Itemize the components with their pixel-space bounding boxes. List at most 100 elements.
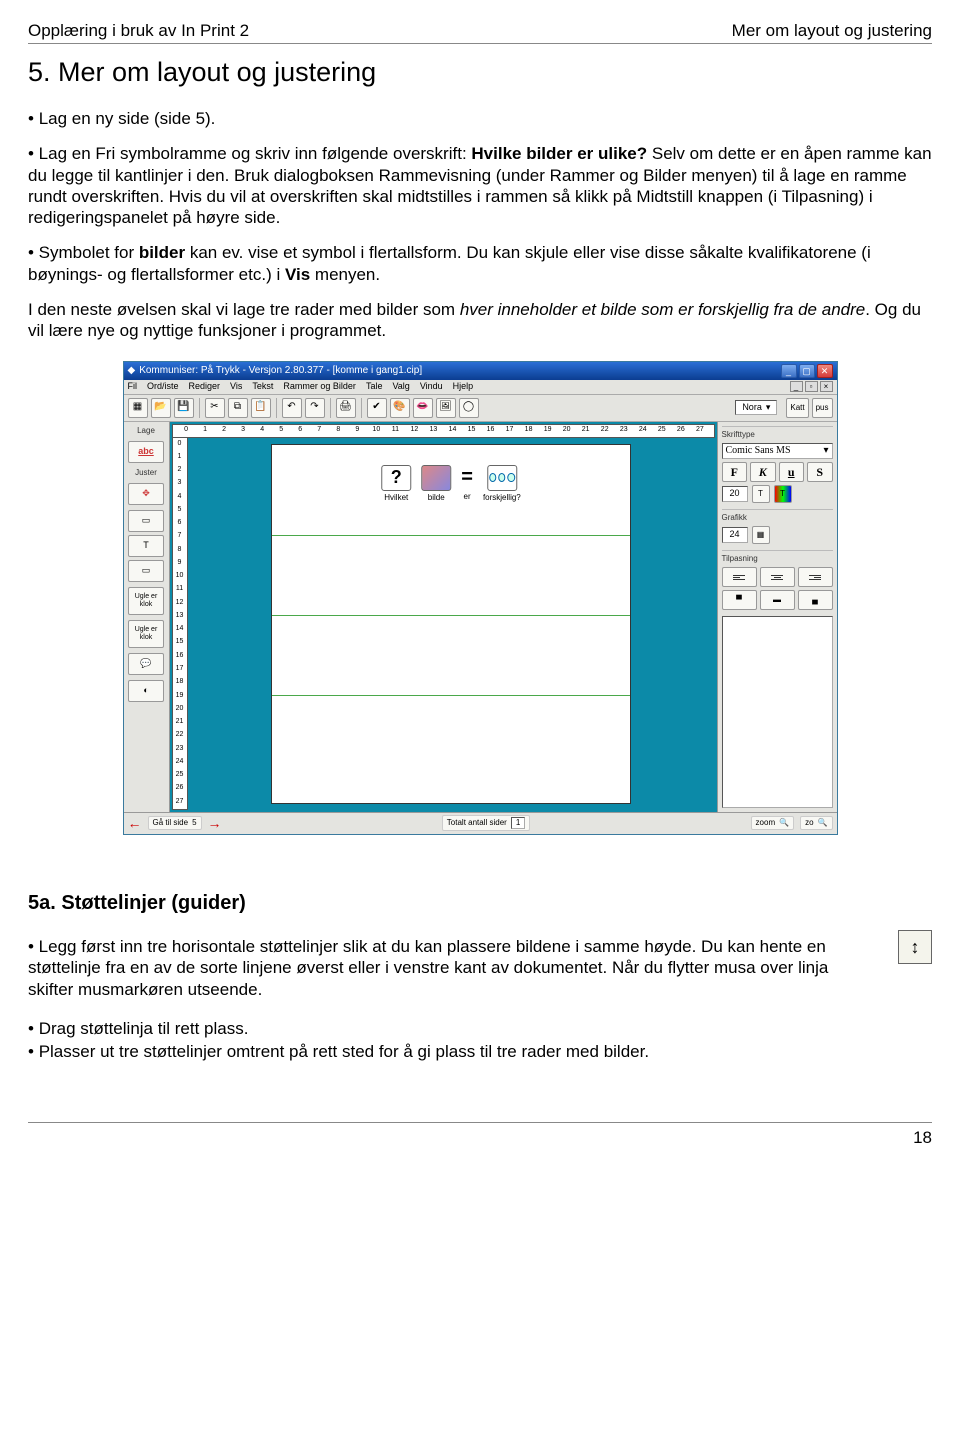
toolbar-new-icon[interactable]: ▦ xyxy=(128,398,148,418)
align-right-button[interactable] xyxy=(798,567,833,587)
menu-ordliste[interactable]: Ord/iste xyxy=(147,381,179,392)
doc-close-button[interactable]: × xyxy=(820,381,833,392)
section-title: 5. Mer om layout og justering xyxy=(28,56,932,90)
contrast-button[interactable]: ◐ xyxy=(128,680,164,702)
toolbar-insert-image-icon[interactable]: 🖼 xyxy=(436,398,456,418)
ruler-tick: 15 xyxy=(173,638,187,647)
ruler-tick: 27 xyxy=(173,798,187,807)
toolbar-pus-button[interactable]: pus xyxy=(812,398,833,418)
bullet-new-page: Lag en ny side (side 5). xyxy=(28,108,932,129)
shape-tool-button[interactable]: ▭ xyxy=(128,560,164,582)
next-page-arrow-icon[interactable]: → xyxy=(208,815,222,833)
toolbar-copy-icon[interactable]: ⧉ xyxy=(228,398,248,418)
search-box[interactable]: Nora ▾ xyxy=(735,400,777,415)
search-dropdown-icon[interactable]: ▾ xyxy=(766,402,771,413)
owl-example-2-button[interactable]: Ugle er klok xyxy=(128,620,164,648)
valign-top-button[interactable]: ▀ xyxy=(722,590,757,610)
symbol-title-row[interactable]: ? Hvilket bilde = er xyxy=(381,465,520,503)
bold-button[interactable]: F xyxy=(722,462,748,482)
para1-prefix: • Lag en Fri symbolramme og skriv inn fø… xyxy=(28,144,471,163)
goto-page-value: 5 xyxy=(192,818,196,828)
ruler-tick: 21 xyxy=(173,718,187,727)
guide-line[interactable] xyxy=(272,615,630,616)
italic-button[interactable]: K xyxy=(750,462,776,482)
text-color-icon[interactable]: T xyxy=(752,485,770,503)
horizontal-ruler[interactable]: 0123456789101112131415161718192021222324… xyxy=(172,424,715,438)
menu-rammer-bilder[interactable]: Rammer og Bilder xyxy=(283,381,356,392)
align-center-button[interactable] xyxy=(760,567,795,587)
sym-label-er: er xyxy=(464,492,471,502)
toolbar-cut-icon[interactable]: ✂ xyxy=(205,398,225,418)
para2-bold2: Vis xyxy=(285,265,310,284)
menu-tekst[interactable]: Tekst xyxy=(252,381,273,392)
page-footer: 18 xyxy=(28,1122,932,1148)
valign-middle-button[interactable]: ▬ xyxy=(760,590,795,610)
page[interactable]: ? Hvilket bilde = er xyxy=(271,444,631,804)
doc-restore-button[interactable]: ▫ xyxy=(805,381,818,392)
picture-icon xyxy=(421,465,451,491)
ruler-tick: 8 xyxy=(329,426,348,435)
toolbar-speak-icon[interactable]: 👄 xyxy=(413,398,433,418)
titlebar[interactable]: ◆ Kommuniser: På Trykk - Versjon 2.80.37… xyxy=(124,362,837,380)
toolbar-katt-button[interactable]: Katt xyxy=(786,398,808,418)
canvas[interactable]: ? Hvilket bilde = er xyxy=(188,438,715,810)
chevron-down-icon: ▾ xyxy=(823,445,828,458)
font-family-dropdown[interactable]: Comic Sans MS ▾ xyxy=(722,443,833,460)
adjust-arrows-button[interactable]: ✥ xyxy=(128,483,164,505)
font-size-input[interactable]: 20 xyxy=(722,486,748,501)
zoom-in-block[interactable]: zoom 🔍 xyxy=(751,816,795,830)
align-left-button[interactable] xyxy=(722,567,757,587)
menu-valg[interactable]: Valg xyxy=(392,381,409,392)
toolbar-spellcheck-icon[interactable]: ✔ xyxy=(367,398,387,418)
valign-bottom-button[interactable]: ▄ xyxy=(798,590,833,610)
zoom-out-block[interactable]: zo 🔍 xyxy=(800,816,832,830)
close-button[interactable]: ✕ xyxy=(817,364,833,378)
window-title: Kommuniser: På Trykk - Versjon 2.80.377 … xyxy=(139,365,422,378)
menu-vindu[interactable]: Vindu xyxy=(420,381,443,392)
toolbar-color-icon[interactable]: 🎨 xyxy=(390,398,410,418)
ruler-tick: 14 xyxy=(173,625,187,634)
guide-line[interactable] xyxy=(272,695,630,696)
toolbar-open-icon[interactable]: 📂 xyxy=(151,398,171,418)
header-left: Opplæring i bruk av In Print 2 xyxy=(28,20,249,41)
menu-tale[interactable]: Tale xyxy=(366,381,383,392)
frame-tool-button[interactable]: ▭ xyxy=(128,510,164,532)
graphic-size-input[interactable]: 24 xyxy=(722,527,748,542)
ruler-tick: 24 xyxy=(633,426,652,435)
shadow-button[interactable]: S xyxy=(807,462,833,482)
minimize-button[interactable]: _ xyxy=(781,364,797,378)
ruler-tick: 6 xyxy=(291,426,310,435)
goto-page-block[interactable]: Gå til side 5 xyxy=(148,816,202,830)
menu-fil[interactable]: Fil xyxy=(128,381,138,392)
ruler-tick: 10 xyxy=(367,426,386,435)
graphic-color-icon[interactable]: ▦ xyxy=(752,526,770,544)
toolbar-undo-icon[interactable]: ↶ xyxy=(282,398,302,418)
prev-page-arrow-icon[interactable]: ← xyxy=(128,815,142,833)
guide-line[interactable] xyxy=(272,535,630,536)
ruler-tick: 0 xyxy=(173,440,187,449)
toolbar-print-icon[interactable]: 🖨 xyxy=(336,398,356,418)
underline-button[interactable]: u xyxy=(779,462,805,482)
toolbar-paste-icon[interactable]: 📋 xyxy=(251,398,271,418)
total-pages-block: Totalt antall sider 1 xyxy=(442,815,530,831)
owl-example-1-button[interactable]: Ugle er klok xyxy=(128,587,164,615)
text-tool-button[interactable]: T xyxy=(128,535,164,557)
para-bilder-symbol: • Symbolet for bilder kan ev. vise et sy… xyxy=(28,242,932,285)
menu-hjelp[interactable]: Hjelp xyxy=(453,381,474,392)
menu-vis[interactable]: Vis xyxy=(230,381,242,392)
create-textframe-button[interactable]: abc xyxy=(128,441,164,463)
ruler-tick: 22 xyxy=(173,731,187,740)
ruler-tick: 18 xyxy=(173,678,187,687)
speech-bubble-button[interactable]: 💬 xyxy=(128,653,164,675)
vertical-ruler[interactable]: 0123456789101112131415161718192021222324… xyxy=(172,438,188,810)
left-toolbox: Lage abc Juster ✥ ▭ T ▭ Ugle er klok Ugl… xyxy=(124,422,170,812)
maximize-button[interactable]: ▢ xyxy=(799,364,815,378)
text-color-palette-icon[interactable]: T xyxy=(774,485,792,503)
doc-minimize-button[interactable]: _ xyxy=(790,381,803,392)
toolbar-redo-icon[interactable]: ↷ xyxy=(305,398,325,418)
different-icon xyxy=(487,465,517,491)
toolbar-save-icon[interactable]: 💾 xyxy=(174,398,194,418)
ruler-tick: 5 xyxy=(173,506,187,515)
menu-rediger[interactable]: Rediger xyxy=(189,381,221,392)
toolbar-insert-shape-icon[interactable]: ◯ xyxy=(459,398,479,418)
